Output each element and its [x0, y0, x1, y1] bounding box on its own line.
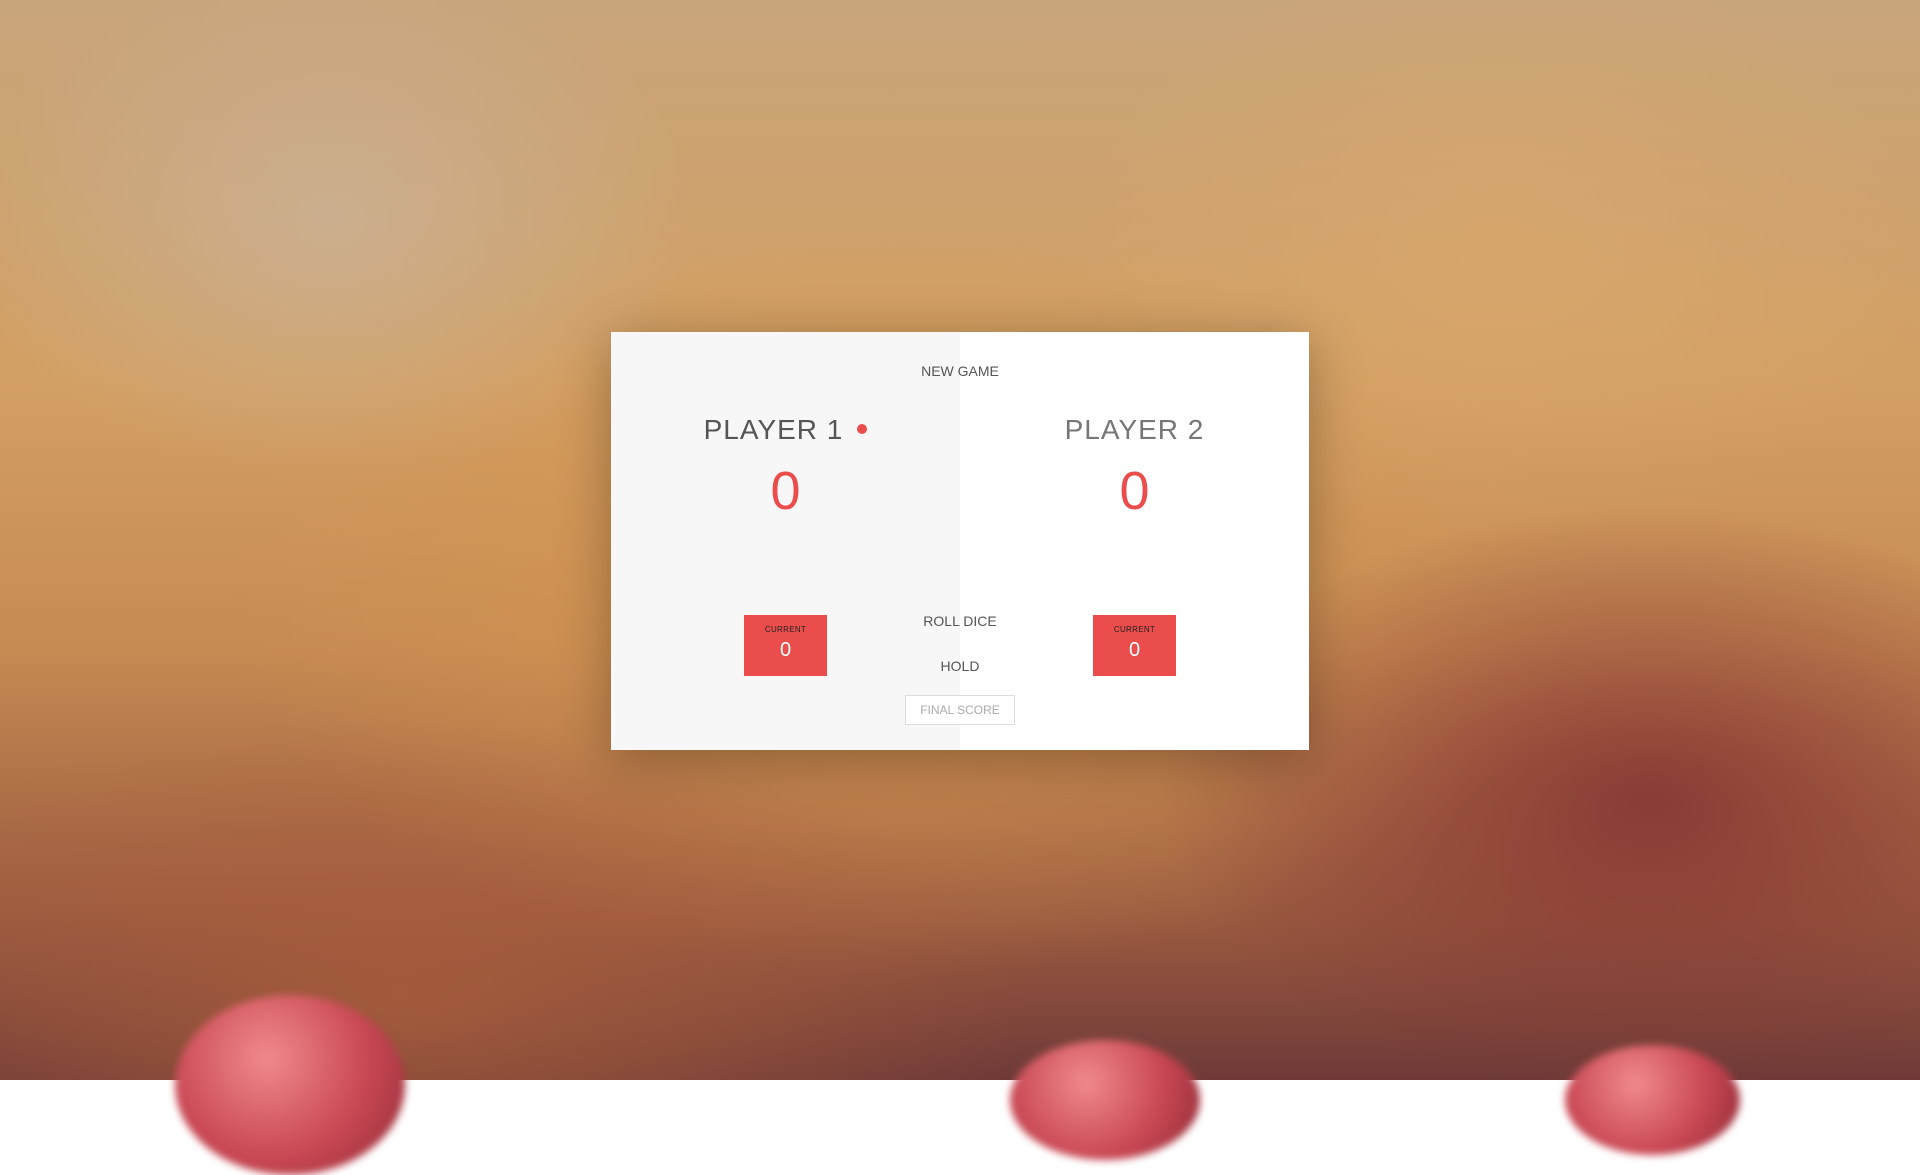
player-1-score: 0: [770, 461, 801, 521]
roll-dice-row: ROLL DICE: [611, 613, 1309, 629]
player-1-name: PLAYER 1: [703, 414, 844, 445]
roll-dice-button[interactable]: ROLL DICE: [923, 613, 996, 629]
raspberry-decoration: [1010, 1040, 1200, 1160]
raspberry-decoration: [175, 995, 405, 1175]
player-2-name: PLAYER 2: [1064, 414, 1205, 445]
new-game-button[interactable]: NEW GAME: [921, 363, 999, 379]
game-board: PLAYER 1 0 CURRENT 0 PLAYER 2 0 CURRENT …: [611, 332, 1309, 750]
final-score-input[interactable]: [905, 695, 1015, 725]
new-game-row: NEW GAME: [611, 363, 1309, 379]
active-player-dot-icon: [857, 423, 868, 434]
player-1-panel: PLAYER 1 0 CURRENT 0: [611, 332, 960, 750]
player-2-score: 0: [1119, 461, 1150, 521]
raspberry-decoration: [1565, 1045, 1740, 1155]
hold-row: HOLD: [611, 658, 1309, 674]
player-2-panel: PLAYER 2 0 CURRENT 0: [960, 332, 1309, 750]
player-1-name-row: PLAYER 1: [611, 414, 960, 446]
player-2-name-row: PLAYER 2: [960, 414, 1309, 446]
hold-button[interactable]: HOLD: [941, 658, 980, 674]
